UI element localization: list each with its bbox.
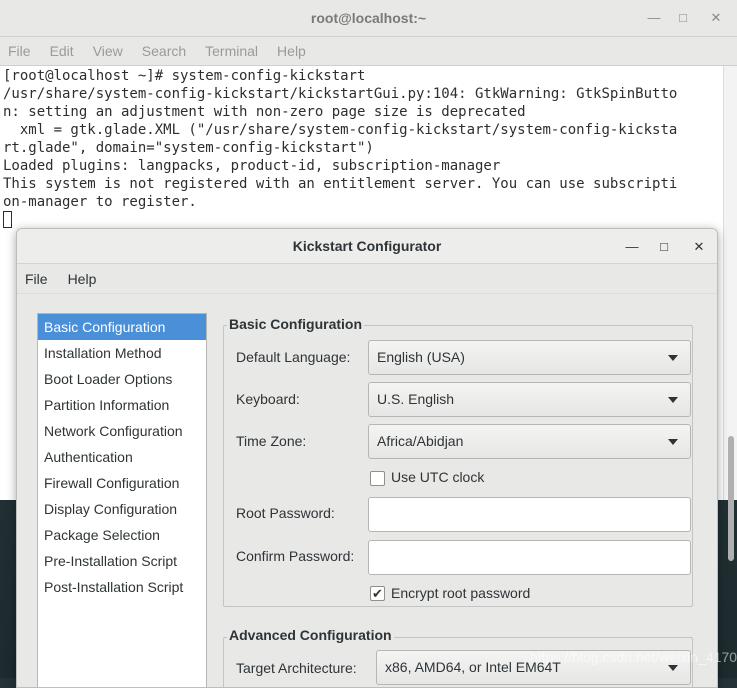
- sidebar-item-firewall-configuration[interactable]: Firewall Configuration: [38, 470, 206, 496]
- timezone-label: Time Zone:: [236, 433, 307, 449]
- keyboard-value: U.S. English: [377, 391, 455, 407]
- close-icon[interactable]: ✕: [707, 9, 725, 27]
- sidebar-item-network-configuration[interactable]: Network Configuration: [38, 418, 206, 444]
- default-language-value: English (USA): [377, 349, 465, 365]
- close-icon[interactable]: ✕: [690, 238, 708, 256]
- watermark: https://blog.csdn.net/weixin_41708548: [530, 649, 737, 665]
- terminal-line: rt.glade", domain="system-config-kicksta…: [3, 140, 374, 156]
- section-title: Basic Configuration: [227, 316, 365, 332]
- sidebar-item-basic-configuration[interactable]: Basic Configuration: [38, 314, 206, 340]
- terminal-menubar: File Edit View Search Terminal Help: [0, 37, 737, 66]
- sidebar-item-post-installation-script[interactable]: Post-Installation Script: [38, 574, 206, 600]
- maximize-icon[interactable]: □: [674, 9, 692, 27]
- sidebar-item-authentication[interactable]: Authentication: [38, 444, 206, 470]
- menu-help[interactable]: Help: [68, 271, 97, 287]
- keyboard-combo[interactable]: U.S. English: [368, 382, 691, 417]
- target-architecture-label: Target Architecture:: [236, 660, 357, 676]
- kickstart-menubar: File Help: [17, 264, 717, 294]
- terminal-line: [root@localhost ~]# system-config-kickst…: [3, 68, 366, 84]
- menu-view[interactable]: View: [93, 43, 123, 59]
- root-password-field[interactable]: [368, 497, 691, 532]
- encrypt-password-checkbox[interactable]: ✔: [370, 586, 385, 601]
- menu-edit[interactable]: Edit: [50, 43, 74, 59]
- menu-search[interactable]: Search: [142, 43, 186, 59]
- sidebar-item-display-configuration[interactable]: Display Configuration: [38, 496, 206, 522]
- terminal-line: This system is not registered with an en…: [3, 176, 678, 192]
- terminal-line: /usr/share/system-config-kickstart/kicks…: [3, 86, 678, 102]
- category-list: Basic Configuration Installation Method …: [37, 313, 207, 687]
- default-language-label: Default Language:: [236, 349, 351, 365]
- confirm-password-field[interactable]: [368, 540, 691, 575]
- maximize-icon[interactable]: □: [655, 238, 673, 256]
- default-language-combo[interactable]: English (USA): [368, 340, 691, 375]
- chevron-down-icon: [668, 439, 678, 445]
- chevron-down-icon: [668, 665, 678, 671]
- utc-clock-label[interactable]: Use UTC clock: [391, 469, 484, 485]
- menu-terminal[interactable]: Terminal: [205, 43, 258, 59]
- menu-file[interactable]: File: [25, 271, 48, 287]
- terminal-line: on-manager to register.: [3, 194, 197, 210]
- chevron-down-icon: [668, 397, 678, 403]
- kickstart-window: Kickstart Configurator — □ ✕ File Help B…: [16, 228, 718, 688]
- terminal-line: n: setting an adjustment with non-zero p…: [3, 104, 526, 120]
- kickstart-title: Kickstart Configurator: [292, 238, 442, 254]
- sidebar-item-installation-method[interactable]: Installation Method: [38, 340, 206, 366]
- sidebar-item-partition-information[interactable]: Partition Information: [38, 392, 206, 418]
- timezone-combo[interactable]: Africa/Abidjan: [368, 424, 691, 459]
- terminal-line: xml = gtk.glade.XML ("/usr/share/system-…: [3, 122, 678, 138]
- menu-help[interactable]: Help: [277, 43, 306, 59]
- confirm-password-label: Confirm Password:: [236, 548, 355, 564]
- terminal-scrollbar[interactable]: [723, 66, 737, 561]
- kickstart-titlebar[interactable]: Kickstart Configurator — □ ✕: [17, 229, 717, 264]
- terminal-title: root@localhost:~: [310, 10, 427, 26]
- advanced-section-title: Advanced Configuration: [227, 627, 394, 643]
- keyboard-label: Keyboard:: [236, 391, 300, 407]
- minimize-icon[interactable]: —: [623, 238, 641, 256]
- terminal-scrollbar-thumb[interactable]: [728, 436, 734, 561]
- menu-file[interactable]: File: [8, 43, 31, 59]
- sidebar-item-pre-installation-script[interactable]: Pre-Installation Script: [38, 548, 206, 574]
- minimize-icon[interactable]: —: [645, 9, 663, 27]
- timezone-value: Africa/Abidjan: [377, 433, 464, 449]
- terminal-cursor: [3, 211, 12, 228]
- terminal-titlebar[interactable]: root@localhost:~ — □ ✕: [0, 0, 737, 37]
- sidebar-item-boot-loader-options[interactable]: Boot Loader Options: [38, 366, 206, 392]
- terminal-line: Loaded plugins: langpacks, product-id, s…: [3, 158, 501, 174]
- root-password-label: Root Password:: [236, 505, 335, 521]
- encrypt-password-label[interactable]: Encrypt root password: [391, 585, 530, 601]
- chevron-down-icon: [668, 355, 678, 361]
- utc-clock-checkbox[interactable]: [370, 471, 385, 486]
- sidebar-item-package-selection[interactable]: Package Selection: [38, 522, 206, 548]
